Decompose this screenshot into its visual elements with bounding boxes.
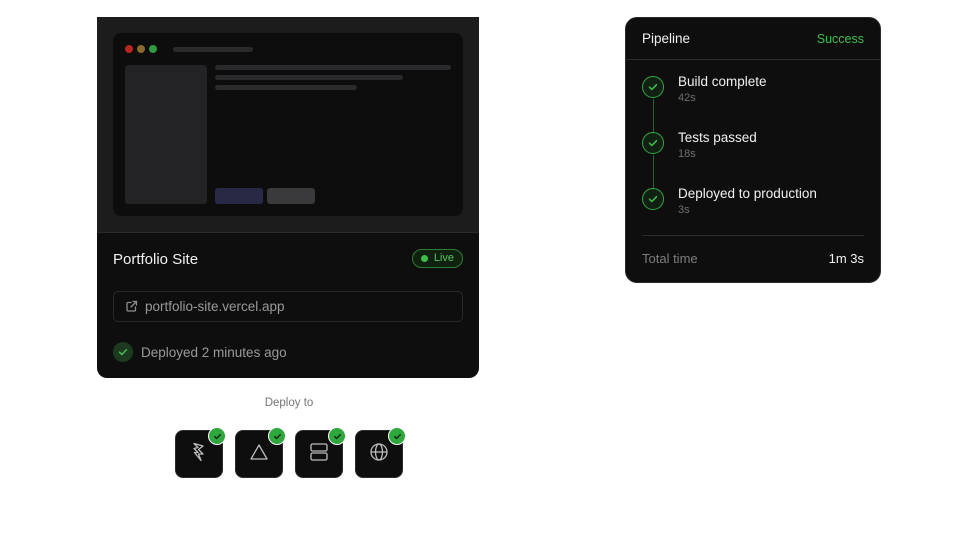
step-duration: 42s (678, 92, 696, 104)
project-card[interactable]: Portfolio Site Live portfolio-site.verce… (97, 17, 479, 378)
mock-url-bar (173, 47, 253, 52)
check-circle-icon (113, 342, 133, 362)
divider (642, 235, 864, 236)
project-name: Portfolio Site (113, 251, 199, 268)
step-title: Tests passed (678, 130, 757, 145)
pipeline-status: Success (816, 32, 864, 46)
deploy-status-text: Deployed 2 minutes ago (141, 344, 287, 360)
step-title: Deployed to production (678, 186, 817, 201)
deploy-to-label: Deploy to (264, 397, 314, 409)
browser-mockup (113, 33, 463, 216)
check-badge-icon (388, 427, 406, 445)
check-circle-icon (642, 188, 664, 210)
step-duration: 3s (678, 204, 690, 216)
mock-text-line (215, 65, 451, 70)
pipeline-title: Pipeline (642, 31, 691, 46)
window-dot-red (125, 45, 133, 53)
globe-icon (369, 442, 389, 467)
project-url-link[interactable]: portfolio-site.vercel.app (113, 291, 463, 322)
project-url-text: portfolio-site.vercel.app (145, 299, 285, 314)
status-badge: Live (411, 249, 463, 268)
check-badge-icon (208, 427, 226, 445)
mock-primary-button (215, 188, 263, 204)
total-time-value: 1m 3s (828, 251, 864, 266)
deploy-target-triangle[interactable] (235, 427, 286, 478)
pipeline-header: Pipeline Success (626, 18, 880, 60)
live-dot-icon (420, 255, 428, 262)
window-dot-green (149, 45, 157, 53)
server-icon (309, 442, 329, 467)
mock-secondary-button (267, 188, 315, 204)
external-link-icon (125, 300, 138, 313)
lightning-icon (190, 441, 208, 468)
triangle-icon (249, 443, 269, 466)
mock-sidebar (125, 65, 207, 204)
mock-text-line (215, 85, 357, 90)
deploy-status: Deployed 2 minutes ago (113, 342, 287, 362)
check-circle-icon (642, 132, 664, 154)
mock-text-line (215, 75, 403, 80)
check-badge-icon (328, 427, 346, 445)
deploy-target-lightning[interactable] (175, 427, 226, 478)
check-circle-icon (642, 76, 664, 98)
check-badge-icon (268, 427, 286, 445)
step-duration: 18s (678, 148, 696, 160)
total-time-label: Total time (642, 251, 698, 266)
step-title: Build complete (678, 74, 767, 89)
window-dot-amber (137, 45, 145, 53)
site-preview[interactable] (97, 17, 479, 233)
status-badge-label: Live (433, 252, 454, 264)
deploy-target-server[interactable] (295, 427, 346, 478)
pipeline-card: Pipeline Success Build complete 42s Test… (625, 17, 881, 283)
deploy-target-globe[interactable] (355, 427, 406, 478)
